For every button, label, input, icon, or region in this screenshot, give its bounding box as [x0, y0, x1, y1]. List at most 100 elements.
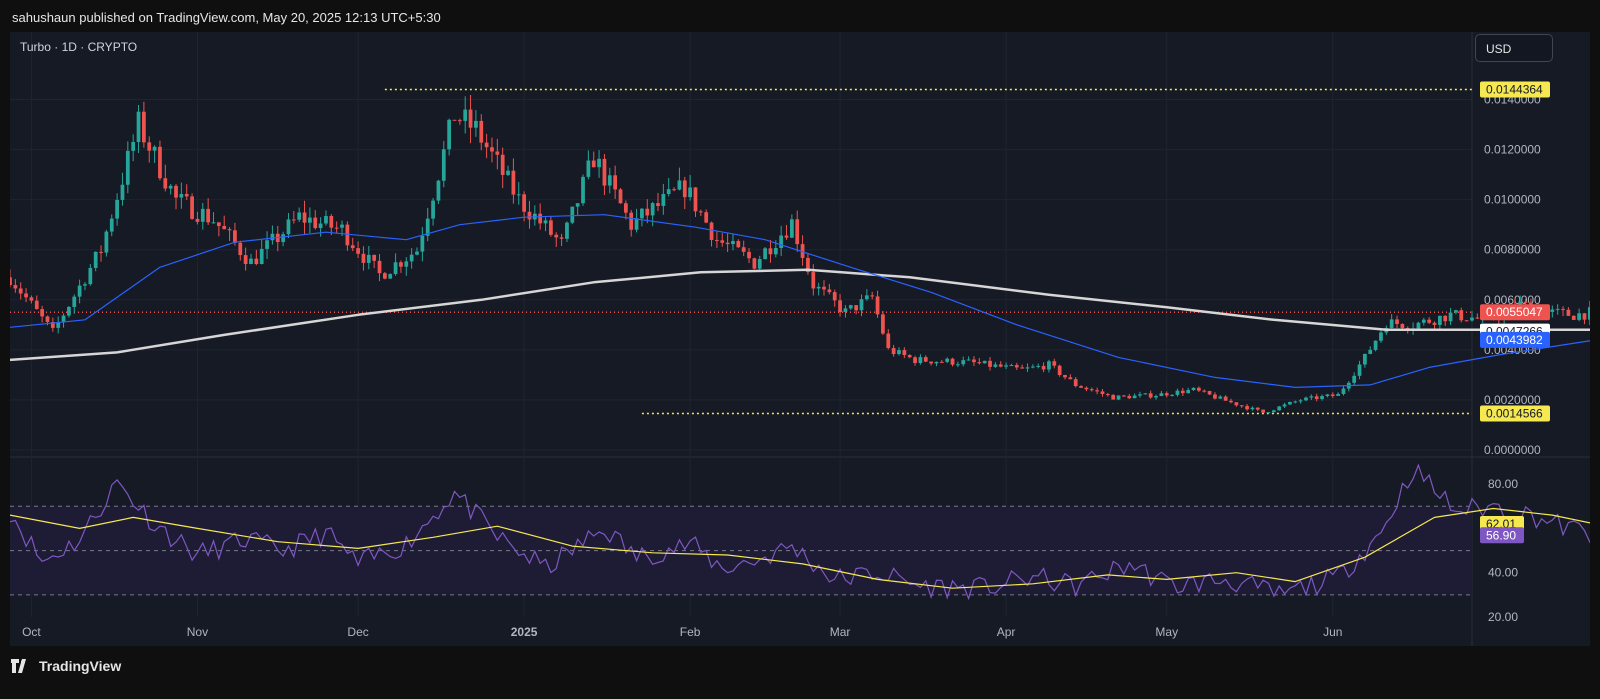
- candle-up: [297, 212, 302, 220]
- candle-up: [1271, 410, 1276, 413]
- candle-up: [249, 258, 253, 264]
- candle-up: [1047, 361, 1051, 370]
- candle-down: [1020, 367, 1025, 369]
- candle-down: [527, 211, 532, 220]
- chart-svg[interactable]: 0.00000000.00200000.00400000.00600000.00…: [10, 32, 1590, 646]
- candle-down: [1261, 409, 1266, 413]
- candle-down: [24, 293, 28, 298]
- currency-selector[interactable]: USD: [1475, 34, 1553, 62]
- candlestick-series: [10, 95, 1590, 414]
- candle-down: [1079, 386, 1083, 388]
- candle-up: [843, 308, 848, 313]
- rsi-tick-label: 80.00: [1488, 477, 1518, 491]
- candle-down: [736, 241, 741, 248]
- candle-up: [779, 235, 784, 249]
- rsi-pane: [10, 463, 1590, 601]
- candle-down: [1148, 393, 1153, 398]
- candle-down: [1582, 313, 1587, 320]
- candle-down: [907, 355, 912, 358]
- candle-down: [18, 288, 23, 294]
- candle-up: [125, 150, 130, 185]
- candle-down: [1427, 319, 1432, 323]
- candle-up: [1030, 366, 1035, 368]
- candle-down: [1111, 394, 1116, 400]
- candle-down: [618, 189, 623, 204]
- candle-up: [1025, 367, 1030, 369]
- candle-down: [158, 146, 162, 179]
- candle-up: [1421, 319, 1426, 323]
- candle-down: [827, 289, 832, 293]
- candle-up: [650, 203, 655, 216]
- candle-down: [698, 211, 703, 213]
- candle-down: [174, 185, 178, 198]
- candle-up: [286, 219, 291, 235]
- candle-down: [1245, 406, 1249, 410]
- candle-up: [1277, 406, 1282, 411]
- candle-down: [1523, 301, 1528, 303]
- candle-down: [672, 189, 676, 191]
- candle-up: [463, 109, 468, 121]
- candle-down: [243, 255, 248, 264]
- candle-up: [259, 248, 264, 265]
- price-axis: 0.00000000.00200000.00400000.00600000.00…: [1484, 93, 1541, 457]
- candle-down: [377, 260, 382, 274]
- tradingview-logo[interactable]: TradingView: [11, 658, 121, 674]
- candle-up: [1191, 387, 1196, 391]
- candle-down: [34, 300, 39, 310]
- candle-down: [40, 309, 45, 317]
- candle-up: [436, 180, 441, 201]
- candle-up: [1250, 407, 1255, 410]
- candle-down: [1105, 394, 1110, 396]
- candle-down: [452, 119, 457, 121]
- candle-up: [388, 274, 393, 279]
- candle-down: [549, 220, 553, 235]
- candle-up: [864, 295, 869, 300]
- candle-down: [832, 292, 837, 301]
- candle-down: [645, 208, 650, 216]
- candle-down: [715, 239, 719, 241]
- candle-down: [1197, 387, 1201, 391]
- candle-down: [457, 120, 462, 122]
- candle-up: [640, 208, 644, 219]
- symbol-title: Turbo · 1D · CRYPTO: [20, 40, 137, 54]
- candle-down: [1566, 309, 1571, 316]
- candle-down: [10, 277, 12, 286]
- candle-down: [752, 258, 757, 269]
- candle-down: [602, 158, 607, 186]
- chart-panel[interactable]: 0.0000000 0.0020000 0.0040000 0.0060000 0.00…: [10, 32, 1590, 646]
- rsi-tick-label: 20.00: [1488, 610, 1518, 624]
- candle-up: [1159, 393, 1164, 397]
- candle-down: [1122, 395, 1126, 397]
- candle-up: [211, 222, 216, 224]
- candle-up: [666, 189, 671, 195]
- candle-down: [741, 247, 746, 252]
- candle-down: [356, 248, 360, 254]
- candle-down: [1213, 394, 1217, 399]
- candle-down: [704, 212, 709, 223]
- candle-down: [45, 316, 50, 323]
- candle-up: [1116, 395, 1121, 400]
- ma-fast-line: [10, 214, 1590, 388]
- candle-up: [1009, 365, 1014, 367]
- candle-down: [693, 187, 698, 212]
- candle-down: [1068, 377, 1073, 380]
- time-tick-label: Dec: [347, 625, 368, 639]
- price-label-text: 0.0014566: [1486, 407, 1543, 421]
- candle-up: [918, 357, 923, 363]
- candle-down: [1234, 402, 1239, 406]
- candle-up: [1293, 401, 1298, 403]
- candle-down: [334, 227, 339, 229]
- candle-up: [581, 176, 585, 204]
- candle-up: [1186, 390, 1191, 394]
- candle-up: [340, 224, 344, 228]
- candle-up: [1138, 394, 1142, 396]
- published-header: sahushaun published on TradingView.com, …: [0, 0, 1600, 32]
- candle-down: [1202, 390, 1207, 392]
- candle-up: [1368, 349, 1373, 354]
- candle-down: [1443, 315, 1448, 322]
- candle-up: [447, 119, 452, 150]
- candle-up: [516, 194, 521, 196]
- price-tick-label: 0.0000000: [1484, 443, 1541, 457]
- candle-up: [1336, 393, 1340, 396]
- candle-up: [1341, 388, 1346, 394]
